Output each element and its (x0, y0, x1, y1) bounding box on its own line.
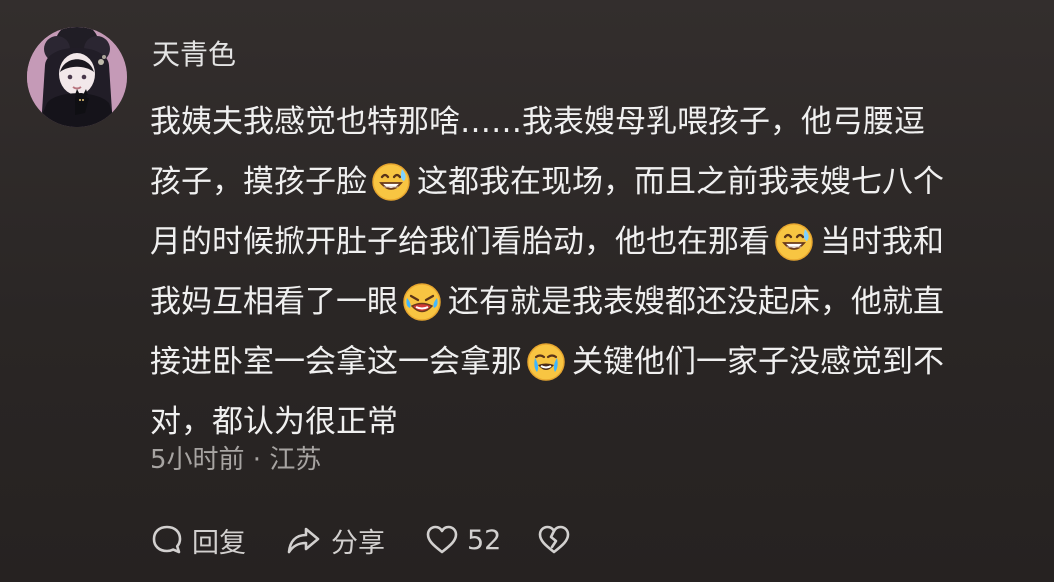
comment-text: 当时我和 (820, 224, 944, 260)
comment-line: 孩子，摸孩子脸 这都我在现场，而且之前我表嫂七八个 (150, 152, 1035, 212)
reply-button[interactable]: 回复 (150, 521, 285, 560)
comment-body: 我姨夫我感觉也特那啥……我表嫂母乳喂孩子，他弓腰逗 孩子，摸孩子脸 这都我在现场… (150, 92, 1035, 452)
reply-label: 回复 (192, 527, 246, 559)
comment-text: 我妈互相看了一眼 (150, 284, 398, 320)
comment-text: 月的时候掀开肚子给我们看胎动，他也在那看 (150, 224, 770, 260)
username[interactable]: 天青色 (152, 37, 236, 73)
reply-icon (152, 525, 182, 554)
rofl-emoji (403, 282, 441, 321)
avatar[interactable] (27, 27, 127, 127)
comment-line: 月的时候掀开肚子给我们看胎动，他也在那看 当时我和 (150, 212, 1035, 272)
comment-text: 孩子，摸孩子脸 (150, 164, 367, 200)
share-icon (287, 527, 320, 554)
comment-text: 这都我在现场，而且之前我表嫂七八个 (417, 164, 944, 200)
comment-text: 关键他们一家子没感觉到不 (572, 344, 944, 380)
comment-text: 接进卧室一会拿这一会拿那 (150, 344, 522, 380)
heart-icon (426, 525, 458, 554)
comment-line: 接进卧室一会拿这一会拿那 关键他们一家子没感觉到不 (150, 332, 1035, 392)
broken-heart-icon (538, 525, 570, 554)
comment-line: 我姨夫我感觉也特那啥……我表嫂母乳喂孩子，他弓腰逗 (150, 92, 1035, 152)
comment-text: 我姨夫我感觉也特那啥……我表嫂母乳喂孩子，他弓腰逗 (150, 104, 925, 140)
comment-actions: 回复 分享 52 (150, 518, 577, 562)
grin-sweat-emoji (775, 222, 813, 261)
dislike-button[interactable] (537, 524, 577, 556)
comment-line: 我妈互相看了一眼 还有就是我表嫂都还没起床，他就直 (150, 272, 1035, 332)
comment-text: 对，都认为很正常 (150, 404, 398, 440)
like-count: 52 (467, 524, 502, 556)
crying-laugh-emoji (527, 342, 565, 381)
share-label: 分享 (331, 527, 385, 559)
like-button[interactable]: 52 (425, 524, 537, 556)
avatar-image (27, 27, 127, 127)
grin-sweat-emoji (372, 162, 410, 201)
comment-text: 还有就是我表嫂都还没起床，他就直 (448, 284, 944, 320)
comment-meta: 5小时前 · 江苏 (150, 445, 322, 475)
share-button[interactable]: 分享 (285, 521, 425, 560)
